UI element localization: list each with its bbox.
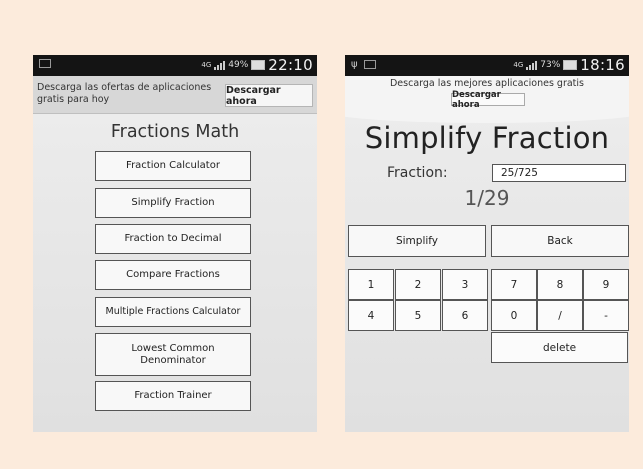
delete-button[interactable]: delete bbox=[491, 332, 628, 363]
ad-banner[interactable]: Descarga las ofertas de aplicaciones gra… bbox=[33, 76, 317, 114]
simplify-button[interactable]: Simplify bbox=[348, 225, 486, 257]
key-2[interactable]: 2 bbox=[395, 269, 441, 300]
status-bar: ψ 4G 73% 18:16 bbox=[345, 55, 629, 76]
network-type: 4G bbox=[513, 60, 524, 69]
clock: 18:16 bbox=[580, 56, 625, 74]
multiple-fractions-calculator-button[interactable]: Multiple Fractions Calculator bbox=[95, 297, 251, 327]
sd-card-icon bbox=[39, 59, 51, 68]
phone-screen-simplify-fraction: ψ 4G 73% 18:16 Descarga las mejores apli… bbox=[345, 55, 629, 432]
ad-text: Descarga las mejores aplicaciones gratis bbox=[389, 78, 584, 89]
download-now-button[interactable]: Descargar ahora bbox=[225, 84, 313, 107]
key-7[interactable]: 7 bbox=[491, 269, 537, 300]
key-9[interactable]: 9 bbox=[583, 269, 629, 300]
status-bar: 4G 49% 22:10 bbox=[33, 55, 317, 76]
ad-text: Descarga las ofertas de aplicaciones gra… bbox=[37, 82, 212, 105]
lowest-common-denominator-button[interactable]: Lowest Common Denominator bbox=[95, 333, 251, 376]
compare-fractions-button[interactable]: Compare Fractions bbox=[95, 260, 251, 290]
download-now-button[interactable]: Descargar ahora bbox=[451, 90, 525, 110]
key-3[interactable]: 3 bbox=[442, 269, 488, 300]
usb-icon: ψ bbox=[351, 59, 358, 70]
page-title: Fractions Math bbox=[110, 122, 240, 142]
network-type: 4G bbox=[201, 60, 212, 69]
simplify-fraction-button[interactable]: Simplify Fraction bbox=[95, 188, 251, 218]
battery-percent: 49% bbox=[228, 60, 249, 70]
battery-percent: 73% bbox=[540, 60, 561, 70]
key-0[interactable]: 0 bbox=[491, 300, 537, 331]
fraction-input[interactable]: 25/725 bbox=[492, 164, 626, 182]
page-title: Simplify Fraction bbox=[364, 121, 610, 155]
key-1[interactable]: 1 bbox=[348, 269, 394, 300]
fraction-calculator-button[interactable]: Fraction Calculator bbox=[95, 151, 251, 181]
battery-icon bbox=[563, 60, 578, 70]
key-4[interactable]: 4 bbox=[348, 300, 394, 331]
clock: 22:10 bbox=[268, 56, 313, 74]
result-value: 1/29 bbox=[464, 186, 510, 210]
fraction-label: Fraction: bbox=[387, 165, 448, 181]
key-minus[interactable]: - bbox=[583, 300, 629, 331]
fraction-to-decimal-button[interactable]: Fraction to Decimal bbox=[95, 224, 251, 254]
phone-screen-fractions-math: 4G 49% 22:10 Descarga las ofertas de apl… bbox=[33, 55, 317, 432]
back-button[interactable]: Back bbox=[491, 225, 629, 257]
key-8[interactable]: 8 bbox=[537, 269, 583, 300]
signal-icon bbox=[214, 60, 226, 70]
fraction-trainer-button[interactable]: Fraction Trainer bbox=[95, 381, 251, 411]
signal-icon bbox=[526, 60, 538, 70]
key-slash[interactable]: / bbox=[537, 300, 583, 331]
key-5[interactable]: 5 bbox=[395, 300, 441, 331]
key-6[interactable]: 6 bbox=[442, 300, 488, 331]
battery-icon bbox=[251, 60, 266, 70]
sd-card-icon bbox=[363, 60, 376, 69]
